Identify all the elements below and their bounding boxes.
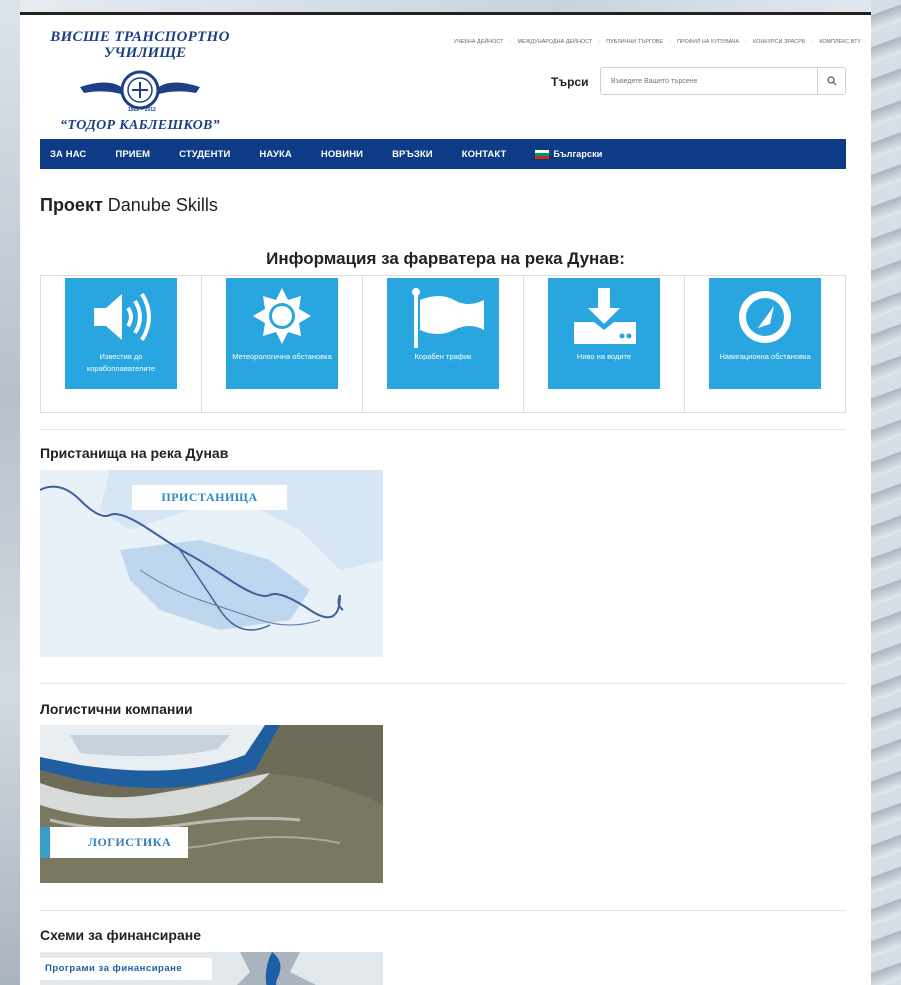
nav-item-students[interactable]: СТУДЕНТИ <box>179 149 230 160</box>
language-label: Български <box>553 149 603 159</box>
funding-banner: Програми за финансиране <box>40 958 212 980</box>
tile-traffic[interactable]: Корабен трафик <box>387 278 499 389</box>
logistics-card[interactable]: ЛОГИСТИКА <box>40 725 383 883</box>
section-divider <box>40 429 846 430</box>
nav-item-about[interactable]: ЗА НАС <box>50 149 86 160</box>
top-links: УЧЕБНА ДЕЙНОСТ ◦ МЕЖДУНАРОДНА ДЕЙНОСТ ◦ … <box>454 39 861 45</box>
school-logo[interactable]: ВИСШЕ ТРАНСПОРТНО УЧИЛИЩЕ 1922 – 2012 “Т… <box>40 29 240 144</box>
tile-water-level[interactable]: Ниво на водите <box>548 278 660 389</box>
logo-line-2: УЧИЛИЩЕ <box>103 45 187 61</box>
nav-item-admission[interactable]: ПРИЕМ <box>115 149 150 160</box>
sun-icon <box>226 286 338 348</box>
funding-card[interactable]: Програми за финансиране <box>40 952 383 985</box>
tile-label: Ниво на водите <box>576 352 632 361</box>
separator: ◦ <box>745 39 748 45</box>
section-title-funding: Схеми за финансиране <box>40 927 201 943</box>
tile-notices[interactable]: Известия до корабоплавателите <box>65 278 177 389</box>
logo-years: 1922 – 2012 <box>128 107 156 113</box>
download-icon <box>548 286 660 348</box>
main-nav: ЗА НАС ПРИЕМ СТУДЕНТИ НАУКА НОВИНИ ВРЪЗК… <box>40 139 846 169</box>
ship-photo-image <box>40 725 383 883</box>
compass-icon <box>709 286 821 348</box>
page: ВИСШЕ ТРАНСПОРТНО УЧИЛИЩЕ 1922 – 2012 “Т… <box>20 12 871 985</box>
logo-emblem: 1922 – 2012 <box>40 63 240 118</box>
nav-item-science[interactable]: НАУКА <box>259 149 291 160</box>
tile-label: Известия до корабоплавателите <box>86 352 156 373</box>
top-link-1[interactable]: УЧЕБНА ДЕЙНОСТ <box>454 39 504 45</box>
tile-weather[interactable]: Метеорологична обстановка <box>226 278 338 389</box>
section-title-logistics: Логистични компании <box>40 701 193 717</box>
tile-navigation[interactable]: Навигационна обстановка <box>709 278 821 389</box>
section-divider <box>40 683 846 684</box>
search-icon <box>826 76 836 86</box>
logo-line-1: ВИСШЕ ТРАНСПОРТНО <box>50 29 230 45</box>
tile-label: Навигационна обстановка <box>719 352 811 361</box>
bulgarian-flag-icon <box>535 149 550 159</box>
tile-cell: Известия до корабоплавателите <box>41 276 202 412</box>
logo-line-3: “ТОДОР КАБЛЕШКОВ” <box>60 118 220 133</box>
search-input[interactable] <box>601 68 817 94</box>
search-box <box>600 67 846 95</box>
separator: ◦ <box>811 39 814 45</box>
top-link-3[interactable]: ПУБЛИЧНИ ТЪРГОВЕ <box>606 39 663 45</box>
ports-banner: ПРИСТАНИЩА <box>132 485 287 510</box>
section-title-ports: Пристанища на река Дунав <box>40 445 229 461</box>
info-tiles: Известия до корабоплавателите Метеоролог… <box>40 275 846 413</box>
page-title: Проект Danube Skills <box>40 195 218 216</box>
tile-label: Корабен трафик <box>414 352 472 361</box>
nav-item-contact[interactable]: КОНТАКТ <box>462 149 507 160</box>
search-label: Търси <box>551 75 589 89</box>
separator: ◦ <box>598 39 601 45</box>
top-link-4[interactable]: ПРОФИЛ НА КУПУВАЧА <box>677 39 739 45</box>
logistics-banner: ЛОГИСТИКА <box>40 827 188 858</box>
tile-cell: Ниво на водите <box>524 276 685 412</box>
tile-label: Метеорологична обстановка <box>232 352 332 361</box>
top-link-5[interactable]: КОНКУРСИ ЗРАСРБ <box>753 39 805 45</box>
language-selector[interactable]: Български <box>535 149 602 159</box>
nav-item-links[interactable]: ВРЪЗКИ <box>392 149 433 160</box>
top-link-6[interactable]: КОМПЛЕКС ВТУ <box>819 39 861 45</box>
speaker-icon <box>65 286 177 348</box>
section-divider <box>40 910 846 911</box>
separator: ◦ <box>509 39 512 45</box>
nav-item-news[interactable]: НОВИНИ <box>321 149 363 160</box>
info-heading: Информация за фарватера на река Дунав: <box>266 249 625 268</box>
top-link-2[interactable]: МЕЖДУНАРОДНА ДЕЙНОСТ <box>518 39 593 45</box>
tile-cell: Корабен трафик <box>363 276 524 412</box>
ports-card[interactable]: ПРИСТАНИЩА <box>40 470 383 657</box>
page-title-bold: Проект <box>40 195 103 215</box>
tile-cell: Навигационна обстановка <box>685 276 845 412</box>
tile-cell: Метеорологична обстановка <box>202 276 363 412</box>
flag-icon <box>387 286 499 348</box>
search-button[interactable] <box>817 68 845 94</box>
background-right <box>871 0 901 985</box>
background-left <box>0 0 20 985</box>
page-title-rest: Danube Skills <box>107 195 218 215</box>
separator: ◦ <box>669 39 672 45</box>
